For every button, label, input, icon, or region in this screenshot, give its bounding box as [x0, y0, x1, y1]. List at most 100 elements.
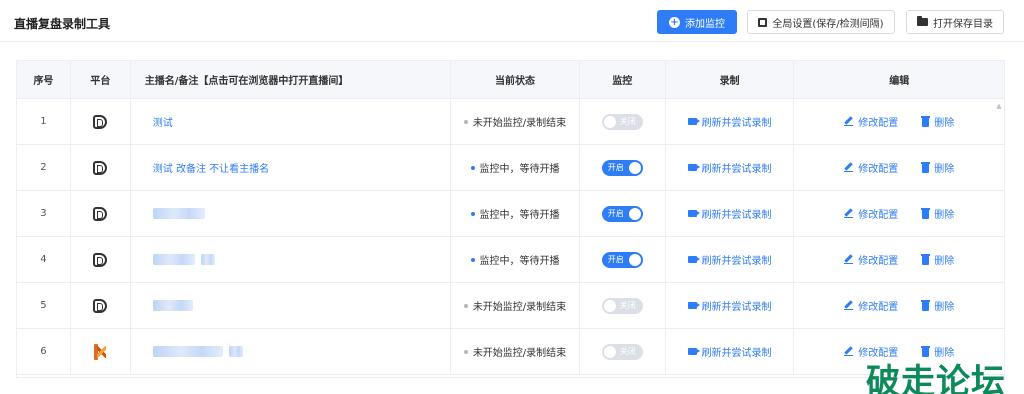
status-label: 未开始监控/录制结束: [472, 118, 567, 129]
status-dot-icon: [463, 119, 468, 124]
refresh-record-button[interactable]: 刷新并尝试录制: [687, 252, 772, 267]
monitor-toggle[interactable]: 关闭: [601, 113, 643, 130]
refresh-record-label: 刷新并尝试录制: [701, 164, 772, 175]
add-monitor-label: 添加监控: [685, 18, 725, 30]
status-text: 监控中，等待开播: [470, 206, 560, 221]
row-index: 5: [40, 300, 47, 311]
blurred-streamer-name[interactable]: [152, 254, 215, 265]
toggle-label: 关闭: [619, 301, 636, 310]
delete-button[interactable]: 删除: [921, 114, 955, 129]
table-row: 5 未开始监控/录制结束 关闭 刷新并尝试录制 修改配置 删除: [17, 283, 1004, 329]
video-camera-icon: [687, 118, 700, 125]
col-monitor-header: 监控: [580, 61, 666, 98]
refresh-record-button[interactable]: 刷新并尝试录制: [687, 160, 772, 175]
status-dot-icon: [470, 165, 475, 170]
table-row: 2 测试 改备注 不让看主播名 监控中，等待开播 开启 刷新并尝试录制 修改配置…: [17, 145, 1004, 191]
toggle-label: 开启: [607, 163, 624, 172]
kuaishou-logo-icon: [93, 343, 107, 360]
status-label: 未开始监控/录制结束: [472, 302, 567, 313]
monitor-toggle[interactable]: 关闭: [601, 297, 643, 314]
trash-icon: [921, 162, 931, 173]
delete-label: 删除: [934, 118, 955, 129]
douyin-logo-icon: [93, 160, 108, 175]
trash-icon: [921, 116, 931, 127]
blurred-streamer-name[interactable]: [152, 300, 193, 311]
global-settings-button[interactable]: 全局设置(保存/检测间隔): [747, 10, 895, 34]
table-row: 4 监控中，等待开播 开启 刷新并尝试录制 修改配置 删除: [17, 237, 1004, 283]
status-label: 未开始监控/录制结束: [472, 348, 567, 359]
toggle-label: 开启: [607, 209, 624, 218]
toggle-label: 开启: [607, 255, 624, 264]
pencil-icon: [844, 255, 854, 264]
edit-config-label: 修改配置: [858, 118, 899, 129]
refresh-record-button[interactable]: 刷新并尝试录制: [687, 298, 772, 313]
edit-config-label: 修改配置: [858, 302, 899, 313]
streamer-name-link[interactable]: 测试: [153, 114, 173, 129]
streamer-name-link[interactable]: 测试 改备注 不让看主播名: [153, 160, 269, 175]
open-save-dir-button[interactable]: 打开保存目录: [906, 10, 1004, 34]
edit-config-button[interactable]: 修改配置: [844, 298, 898, 313]
edit-config-label: 修改配置: [858, 210, 899, 221]
pencil-icon: [844, 209, 854, 218]
refresh-record-button[interactable]: 刷新并尝试录制: [687, 206, 772, 221]
blurred-streamer-name[interactable]: [152, 208, 205, 219]
scroll-up-icon[interactable]: ▲: [995, 102, 1003, 110]
refresh-record-label: 刷新并尝试录制: [701, 118, 772, 129]
status-dot-icon: [470, 257, 475, 262]
video-camera-icon: [687, 256, 700, 263]
status-text: 监控中，等待开播: [470, 160, 560, 175]
video-camera-icon: [687, 164, 700, 171]
status-text: 未开始监控/录制结束: [463, 344, 567, 359]
row-index: 4: [40, 254, 47, 265]
refresh-record-button[interactable]: 刷新并尝试录制: [687, 344, 772, 359]
add-monitor-button[interactable]: + 添加监控: [657, 10, 737, 34]
toggle-label: 关闭: [619, 347, 636, 356]
delete-button[interactable]: 删除: [921, 252, 955, 267]
status-dot-icon: [463, 303, 468, 308]
edit-config-button[interactable]: 修改配置: [844, 160, 898, 175]
delete-button[interactable]: 删除: [921, 298, 954, 313]
douyin-logo-icon: [93, 114, 108, 129]
edit-config-button[interactable]: 修改配置: [844, 206, 898, 221]
refresh-record-label: 刷新并尝试录制: [701, 210, 772, 221]
table-row: 3 监控中，等待开播 开启 刷新并尝试录制 修改配置 删除: [17, 191, 1004, 237]
delete-button[interactable]: 删除: [921, 206, 954, 221]
col-index-header: 序号: [17, 61, 71, 98]
trash-icon: [921, 300, 931, 311]
monitor-toggle[interactable]: 开启: [601, 205, 643, 222]
delete-button[interactable]: 删除: [921, 160, 954, 175]
monitor-table: 序号 平台 主播名/备注【点击可在浏览器中打开直播间】 当前状态 监控 录制 编…: [16, 60, 1005, 378]
pencil-icon: [844, 163, 854, 172]
monitor-toggle[interactable]: 关闭: [601, 343, 643, 360]
pencil-icon: [844, 117, 854, 126]
col-status-header: 当前状态: [451, 61, 580, 98]
pencil-icon: [844, 301, 854, 310]
app-title: 直播复盘录制工具: [14, 17, 111, 31]
col-record-header: 录制: [666, 61, 795, 98]
table-header: 序号 平台 主播名/备注【点击可在浏览器中打开直播间】 当前状态 监控 录制 编…: [17, 61, 1004, 99]
status-label: 监控中，等待开播: [479, 164, 560, 175]
monitor-toggle[interactable]: 开启: [601, 159, 643, 176]
video-camera-icon: [687, 348, 700, 355]
table-row: 6 未开始监控/录制结束 关闭 刷新并尝试录制 修改配置 删除: [17, 329, 1004, 375]
delete-label: 删除: [934, 256, 955, 267]
status-dot-icon: [463, 349, 468, 354]
douyin-logo-icon: [93, 252, 108, 267]
edit-config-button[interactable]: 修改配置: [844, 252, 898, 267]
edit-config-button[interactable]: 修改配置: [844, 114, 898, 129]
trash-icon: [921, 254, 931, 265]
refresh-record-button[interactable]: 刷新并尝试录制: [687, 114, 772, 129]
table-body: 1 测试 未开始监控/录制结束 关闭 刷新并尝试录制 修改配置 删除 2 测试 …: [17, 99, 1004, 375]
blurred-streamer-name[interactable]: [152, 346, 243, 357]
top-bar: 直播复盘录制工具 + 添加监控 全局设置(保存/检测间隔) 打开保存目录: [0, 0, 1024, 42]
status-label: 监控中，等待开播: [479, 256, 560, 267]
edit-config-label: 修改配置: [858, 256, 899, 267]
col-edit-header: 编辑: [889, 76, 910, 87]
pencil-icon: [844, 347, 854, 356]
refresh-record-label: 刷新并尝试录制: [701, 302, 772, 313]
row-index: 1: [40, 116, 47, 127]
status-label: 监控中，等待开播: [479, 210, 560, 221]
forum-watermark: 破走论坛: [866, 362, 1006, 394]
trash-icon: [921, 208, 931, 219]
monitor-toggle[interactable]: 开启: [601, 251, 643, 268]
